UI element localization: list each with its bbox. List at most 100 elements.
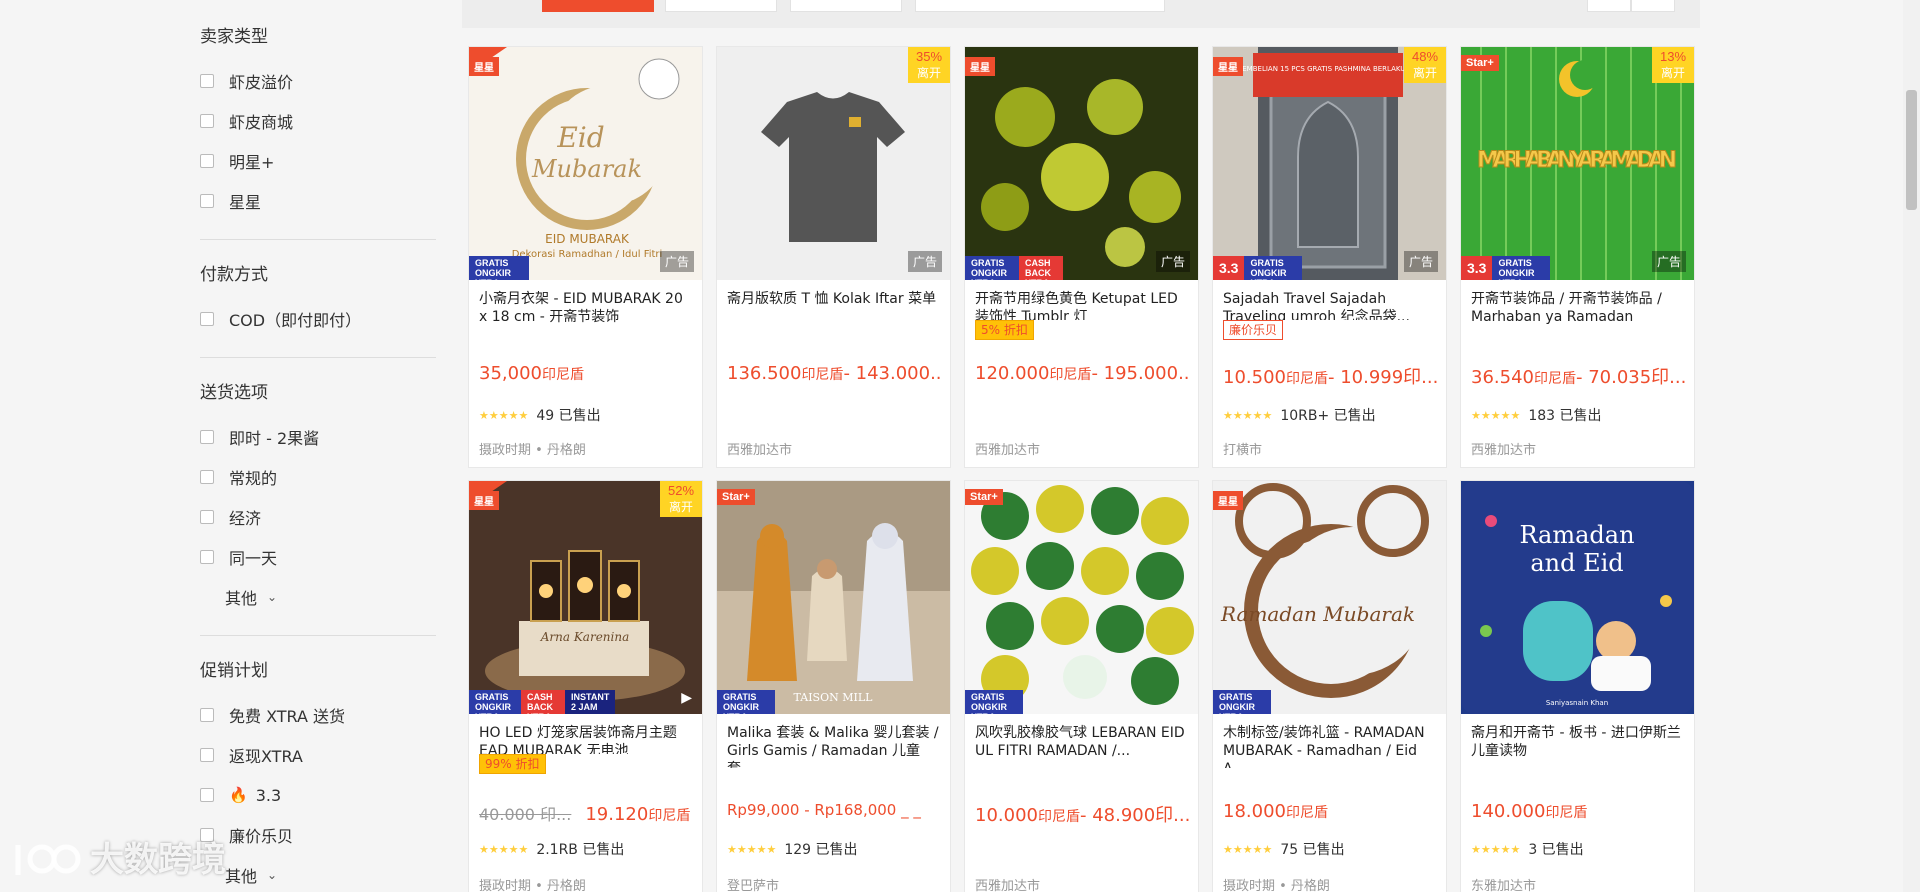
filter-option[interactable]: 🔥 3.3 (200, 775, 436, 815)
checkbox[interactable] (200, 510, 214, 524)
checkbox[interactable] (200, 788, 214, 802)
sort-button[interactable] (790, 0, 902, 12)
page-prev-button[interactable] (1587, 0, 1631, 12)
sort-button-active[interactable] (542, 0, 654, 12)
filter-option[interactable]: COD（即付即付） (200, 299, 436, 339)
product-card[interactable]: Arna Karenina 星星 52% 离开 GRATIS ONGKIR XTR… (468, 480, 703, 892)
seller-badge: Star+ (717, 489, 755, 505)
shop-location: 西雅加达市 (975, 443, 1041, 458)
free-shipping-badge: GRATIS ONGKIR XTRA (717, 690, 775, 714)
product-title[interactable]: Sajadah Travel Sajadah Traveling umroh 纪… (1213, 280, 1446, 320)
product-image[interactable]: 星星 GRATIS ONGKIR XTRACASH BACK XTRA 广告 (965, 47, 1198, 280)
product-title[interactable]: 小斋月衣架 - EID MUBARAK 20 x 18 cm - 开斋节装饰 (469, 280, 702, 334)
product-image-art (965, 47, 1198, 280)
filter-option[interactable]: 明星+ (200, 141, 436, 181)
discount-percent: 48% (1411, 49, 1439, 64)
product-image[interactable]: MARHABAN YA RAMADAN Star+ 13% 离开 3.3 GRATI… (1461, 47, 1694, 280)
product-title[interactable]: HO LED 灯笼家居装饰斋月主题 EAD MUBARAK 无电池 (469, 714, 702, 754)
filter-option[interactable]: 虾皮溢价 (200, 61, 436, 101)
filter-sidebar: 卖家类型 虾皮溢价 虾皮商城 明星+ 星星 付款方式 COD（即付即付） 送货选… (200, 0, 436, 892)
price-value: 35,000 (479, 363, 542, 384)
checkbox[interactable] (200, 312, 214, 326)
shop-location: 西雅加达市 (1471, 443, 1537, 458)
filter-option[interactable]: 返现XTRA (200, 735, 436, 775)
product-card[interactable]: 35% 离开 广告 斋月版软质 T 恤 Kolak Iftar 菜单 136.50… (716, 46, 951, 468)
product-title[interactable]: Malika 套装 & Malika 婴儿套装 / Girls Gamis / … (717, 714, 950, 768)
price-sort-select[interactable] (915, 0, 1165, 12)
product-title[interactable]: 开斋节用绿色黄色 Ketupat LED 装饰性 Tumblr 灯 (965, 280, 1198, 320)
filter-option[interactable]: 免费 XTRA 送货 (200, 695, 436, 735)
filter-option[interactable]: 廉价乐贝 (200, 815, 436, 855)
product-image[interactable]: Ramadan Mubarak 星星 GRATIS ONGKIR XTRA (1213, 481, 1446, 714)
star-rating-icon: ★★★★★ (1471, 842, 1521, 856)
sort-bar (462, 0, 1700, 28)
filter-option[interactable]: 星星 (200, 181, 436, 221)
promo-33-badge: 3.3 (1461, 256, 1493, 280)
filter-option[interactable]: 虾皮商城 (200, 101, 436, 141)
price-value: 120.000 (975, 363, 1050, 384)
filter-option[interactable]: 即时 - 2果酱 (200, 417, 436, 457)
product-title[interactable]: 开斋节装饰品 / 开斋节装饰品 / Marhaban ya Ramadan (1461, 280, 1694, 334)
sort-button[interactable] (665, 0, 777, 12)
product-title[interactable]: 斋月和开斋节 - 板书 - 进口伊斯兰儿童读物 (1461, 714, 1694, 768)
filter-title: 付款方式 (200, 265, 268, 285)
product-card[interactable]: 星星 GRATIS ONGKIR XTRACASH BACK XTRA 广告 开… (964, 46, 1199, 468)
price-value: 136.500 (727, 363, 802, 384)
filter-option-label: 廉价乐贝 (229, 827, 294, 846)
checkbox[interactable] (200, 154, 214, 168)
filter-title: 促销计划 (200, 661, 268, 681)
checkbox[interactable] (200, 194, 214, 208)
filter-option[interactable]: 常规的 (200, 457, 436, 497)
image-text: MARHABAN YA RAMADAN (1477, 148, 1677, 173)
product-card[interactable]: MARHABAN YA RAMADAN Star+ 13% 离开 3.3 GRATI… (1460, 46, 1695, 468)
product-card[interactable]: Ramadan and Eid Saniyasnain Khan 斋月和开斋节 … (1460, 480, 1695, 892)
product-image[interactable]: SETIAP PEMBELIAN 15 PCS GRATIS PASHMINA … (1213, 47, 1446, 280)
product-title[interactable]: 斋月版软质 T 恤 Kolak Iftar 菜单 (717, 280, 950, 334)
price-unit: 印尼盾 (1285, 805, 1328, 821)
checkbox[interactable] (200, 430, 214, 444)
image-text: Eid (556, 121, 604, 154)
seller-badge: 星星 (469, 57, 499, 76)
filter-option[interactable]: 同一天 (200, 537, 436, 577)
price-unit: 印尼盾 (1037, 809, 1080, 825)
product-card[interactable]: Star+ GRATIS ONGKIR XTRA 风吹乳胶橡胶气球 LEBARA… (964, 480, 1199, 892)
shop-location: 东雅加达市 (1471, 879, 1537, 892)
page-scrollbar[interactable] (1903, 0, 1920, 892)
price-unit: 印尼盾 (1545, 805, 1588, 821)
page-next-button[interactable] (1631, 0, 1675, 12)
sold-count: 183 已售出 (1528, 408, 1602, 424)
seller-badge: Star+ (1461, 55, 1499, 71)
shop-location: 打横市 (1223, 443, 1263, 458)
checkbox[interactable] (200, 708, 214, 722)
discount-badge: 35% 离开 (908, 47, 950, 83)
filter-option[interactable]: 经济 (200, 497, 436, 537)
checkbox[interactable] (200, 470, 214, 484)
checkbox[interactable] (200, 114, 214, 128)
product-title[interactable]: 风吹乳胶橡胶气球 LEBARAN EID UL FITRI RAMADAN /.… (965, 714, 1198, 768)
product-card[interactable]: Eid Mubarak EID MUBARAK Dekorasi Ramadha… (468, 46, 703, 468)
product-price: 136.500印尼盾- 143.000... (727, 363, 942, 384)
star-rating-icon: ★★★★★ (1223, 408, 1273, 422)
product-card[interactable]: TAISON MILL Star+ GRATIS ONGKIR XTRA Mal… (716, 480, 951, 892)
product-price: 18.000印尼盾 (1223, 801, 1438, 822)
product-image[interactable]: TAISON MILL Star+ GRATIS ONGKIR XTRA (717, 481, 950, 714)
product-card[interactable]: Ramadan Mubarak 星星 GRATIS ONGKIR XTRA 木制… (1212, 480, 1447, 892)
show-more-button[interactable]: 其他 ⌄ (200, 855, 436, 892)
filter-option-label: 3.3 (255, 785, 282, 805)
star-rating-icon: ★★★★★ (1223, 842, 1273, 856)
price-unit: 印尼盾 (1049, 367, 1092, 383)
product-card[interactable]: SETIAP PEMBELIAN 15 PCS GRATIS PASHMINA … (1212, 46, 1447, 468)
product-title[interactable]: 木制标签/装饰礼篮 - RAMADAN MUBARAK - Ramadhan /… (1213, 714, 1446, 768)
play-video-icon[interactable]: ▶ (681, 689, 692, 706)
checkbox[interactable] (200, 550, 214, 564)
product-image[interactable]: 35% 离开 广告 (717, 47, 950, 280)
product-image[interactable]: Arna Karenina 星星 52% 离开 GRATIS ONGKIR XTR… (469, 481, 702, 714)
product-image[interactable]: Ramadan and Eid Saniyasnain Khan (1461, 481, 1694, 714)
ad-label: 广告 (1155, 251, 1190, 272)
scrollbar-thumb[interactable] (1906, 90, 1917, 210)
product-image[interactable]: Star+ GRATIS ONGKIR XTRA (965, 481, 1198, 714)
show-more-button[interactable]: 其他 ⌄ (200, 577, 436, 617)
checkbox[interactable] (200, 748, 214, 762)
checkbox[interactable] (200, 74, 214, 88)
product-image[interactable]: Eid Mubarak EID MUBARAK Dekorasi Ramadha… (469, 47, 702, 280)
